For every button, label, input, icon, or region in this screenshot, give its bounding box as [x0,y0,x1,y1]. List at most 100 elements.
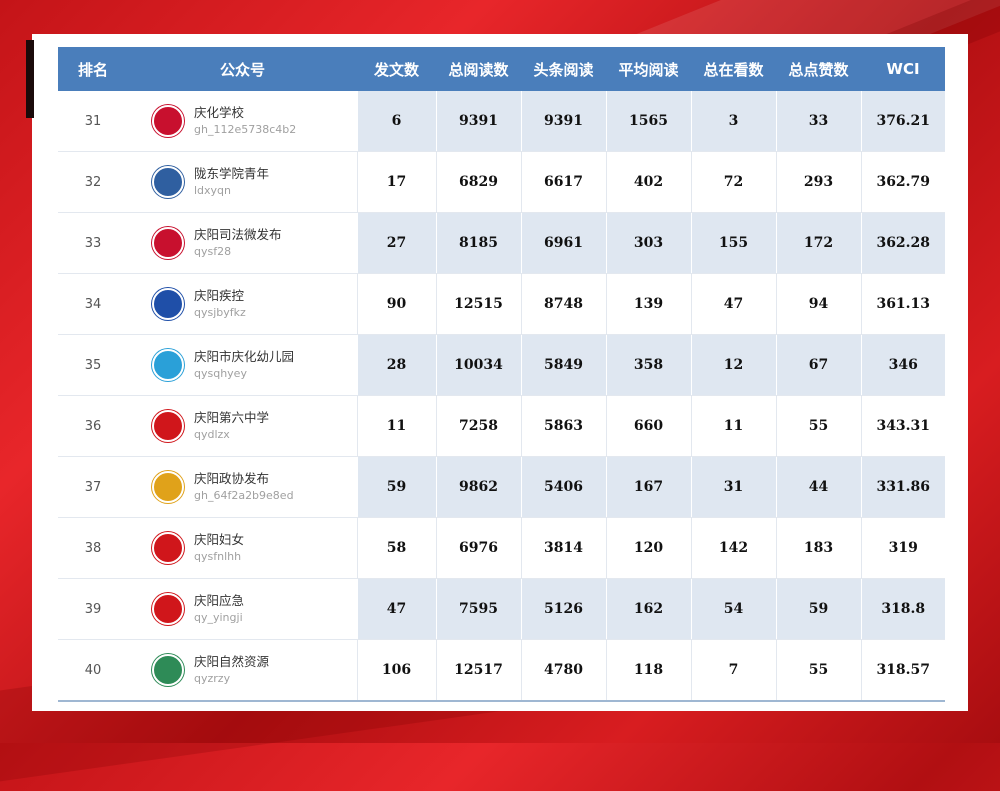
account-cell[interactable]: 庆化学校 gh_112e5738c4b2 [128,91,357,152]
header-total-likes[interactable]: 总点赞数 [776,47,861,91]
avg-reads-cell: 139 [605,273,691,335]
header-rank[interactable]: 排名 [58,47,128,91]
likes-cell: 55 [775,395,861,457]
watching-cell: 72 [690,151,776,213]
posts-cell: 11 [356,395,436,457]
header-headline-reads[interactable]: 头条阅读 [521,47,606,91]
avg-reads-cell: 120 [605,517,691,579]
wci-cell: 318.57 [860,639,945,702]
avg-reads-cell: 162 [605,578,691,640]
likes-cell: 59 [775,578,861,640]
table-row[interactable]: 31 庆化学校 gh_112e5738c4b2 6 9391 9391 1565 3 33 376… [58,91,945,152]
natural-resources-icon [152,654,184,686]
watching-cell: 3 [690,91,776,152]
header-total-watching[interactable]: 总在看数 [691,47,776,91]
table-row[interactable]: 35 庆阳市庆化幼儿园 qysqhyey 28 10034 5849 358 12 67 346 [58,334,945,396]
watching-cell: 54 [690,578,776,640]
watching-cell: 12 [690,334,776,396]
headline-reads-cell: 3814 [520,517,606,579]
account-cell[interactable]: 庆阳自然资源 qyzrzy [128,639,357,702]
avg-reads-cell: 358 [605,334,691,396]
national-emblem-icon [152,593,184,625]
wci-cell: 361.13 [860,273,945,335]
account-cell[interactable]: 庆阳应急 qy_yingji [128,578,357,640]
account-name[interactable]: 庆化学校 [194,104,296,121]
account-cell[interactable]: 庆阳司法微发布 qysf28 [128,212,357,274]
rank-cell: 34 [58,273,128,335]
avg-reads-cell: 402 [605,151,691,213]
likes-cell: 183 [775,517,861,579]
headline-reads-cell: 5849 [520,334,606,396]
header-wci[interactable]: WCI [861,47,945,91]
posts-cell: 17 [356,151,436,213]
likes-cell: 33 [775,91,861,152]
headline-reads-cell: 8748 [520,273,606,335]
table-row[interactable]: 36 庆阳第六中学 qydlzx 11 7258 5863 660 11 55 343.31 [58,395,945,457]
header-posts[interactable]: 发文数 [357,47,436,91]
watching-cell: 155 [690,212,776,274]
headline-reads-cell: 5126 [520,578,606,640]
total-reads-cell: 6829 [435,151,521,213]
account-name[interactable]: 庆阳应急 [194,592,244,609]
avg-reads-cell: 118 [605,639,691,702]
likes-cell: 172 [775,212,861,274]
account-name[interactable]: 庆阳第六中学 [194,409,269,426]
table-row[interactable]: 34 庆阳疾控 qysjbyfkz 90 12515 8748 139 47 94 361.13 [58,273,945,335]
table-row[interactable]: 32 陇东学院青年 ldxyqn 17 6829 6617 402 72 293 362.79 [58,151,945,213]
watching-cell: 142 [690,517,776,579]
wci-cell: 343.31 [860,395,945,457]
rank-cell: 35 [58,334,128,396]
account-cell[interactable]: 庆阳妇女 qysfnlhh [128,517,357,579]
account-name[interactable]: 庆阳市庆化幼儿园 [194,348,294,365]
rank-cell: 39 [58,578,128,640]
account-cell[interactable]: 庆阳市庆化幼儿园 qysqhyey [128,334,357,396]
posts-cell: 6 [356,91,436,152]
cppcc-emblem-icon [152,471,184,503]
likes-cell: 94 [775,273,861,335]
total-reads-cell: 7258 [435,395,521,457]
account-name[interactable]: 庆阳疾控 [194,287,246,304]
likes-cell: 293 [775,151,861,213]
cdc-logo-icon [152,288,184,320]
avg-reads-cell: 1565 [605,91,691,152]
account-name[interactable]: 庆阳妇女 [194,531,244,548]
headline-reads-cell: 5863 [520,395,606,457]
headline-reads-cell: 5406 [520,456,606,518]
account-name[interactable]: 陇东学院青年 [194,165,269,182]
account-cell[interactable]: 庆阳疾控 qysjbyfkz [128,273,357,335]
headline-reads-cell: 6961 [520,212,606,274]
wci-cell: 362.79 [860,151,945,213]
table-row[interactable]: 40 庆阳自然资源 qyzrzy 106 12517 4780 118 7 55 318.57 [58,639,945,702]
table-row[interactable]: 37 庆阳政协发布 gh_64f2a2b9e8ed 59 9862 5406 167 31 44… [58,456,945,518]
account-id: qy_yingji [194,611,243,624]
header-account[interactable]: 公众号 [128,47,357,91]
total-reads-cell: 9391 [435,91,521,152]
total-reads-cell: 10034 [435,334,521,396]
account-cell[interactable]: 庆阳政协发布 gh_64f2a2b9e8ed [128,456,357,518]
headline-reads-cell: 6617 [520,151,606,213]
school-seal-icon [152,410,184,442]
account-cell[interactable]: 庆阳第六中学 qydlzx [128,395,357,457]
rank-cell: 40 [58,639,128,702]
table-row[interactable]: 38 庆阳妇女 qysfnlhh 58 6976 3814 120 142 183 319 [58,517,945,579]
posts-cell: 90 [356,273,436,335]
header-avg-reads[interactable]: 平均阅读 [606,47,691,91]
rank-cell: 33 [58,212,128,274]
account-id: qysqhyey [194,367,247,380]
card-tab-accent [26,40,34,118]
account-cell[interactable]: 陇东学院青年 ldxyqn [128,151,357,213]
total-reads-cell: 12517 [435,639,521,702]
table-header: 排名 公众号 发文数 总阅读数 头条阅读 平均阅读 总在看数 总点赞数 WCI [58,47,945,91]
wci-cell: 318.8 [860,578,945,640]
table-row[interactable]: 39 庆阳应急 qy_yingji 47 7595 5126 162 54 59 318.8 [58,578,945,640]
account-name[interactable]: 庆阳司法微发布 [194,226,282,243]
wci-cell: 362.28 [860,212,945,274]
wci-cell: 346 [860,334,945,396]
account-id: gh_112e5738c4b2 [194,123,297,136]
account-name[interactable]: 庆阳政协发布 [194,470,294,487]
account-name[interactable]: 庆阳自然资源 [194,653,269,670]
header-total-reads[interactable]: 总阅读数 [436,47,521,91]
wci-cell: 376.21 [860,91,945,152]
table-row[interactable]: 33 庆阳司法微发布 qysf28 27 8185 6961 303 155 172 362.28 [58,212,945,274]
account-id: gh_64f2a2b9e8ed [194,489,294,502]
